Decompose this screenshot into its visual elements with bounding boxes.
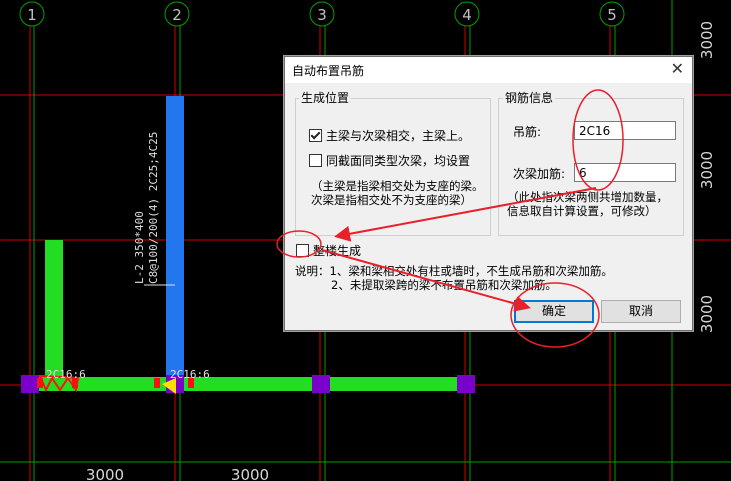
green-beam-vertical[interactable] xyxy=(45,240,63,386)
beam-label: L-2 350*400 xyxy=(133,211,146,284)
dim-right-3: 3000 xyxy=(698,295,716,333)
option-main-secondary-checkbox[interactable] xyxy=(309,129,322,142)
column-3[interactable] xyxy=(312,375,330,393)
column-4[interactable] xyxy=(457,375,475,393)
axis-label-5: 5 xyxy=(607,6,617,24)
rebar-tag-2: 2C16:6 xyxy=(170,368,210,381)
axis-label-2: 2 xyxy=(172,6,182,24)
whole-floor-label: 整楼生成 xyxy=(313,244,362,258)
explanation-line1: 说明：1、梁和梁相交处有柱或墙时，不生成吊筋和次梁加筋。 xyxy=(295,264,613,278)
dim-right-1: 3000 xyxy=(698,21,716,59)
axis-label-1: 1 xyxy=(27,6,37,24)
position-note: （主梁是指梁相交处为支座的梁。 次梁是指相交处不为支座的梁） xyxy=(311,179,484,207)
option-same-section-label: 同截面同类型次梁，均设置 xyxy=(326,154,471,168)
green-beam-horizontal[interactable] xyxy=(30,377,470,391)
whole-floor-option[interactable]: 整楼生成 xyxy=(296,242,361,259)
explanation-line2: 2、未提取梁跨的梁不布置吊筋和次梁加筋。 xyxy=(331,278,557,292)
ok-button[interactable]: 确定 xyxy=(514,300,594,323)
cancel-button[interactable]: 取消 xyxy=(601,300,681,323)
beam-stirrup-label: C8@100/200(4) 2C25;4C25 xyxy=(147,132,160,284)
blue-beam[interactable] xyxy=(166,96,184,386)
secondary-rebar-label: 次梁加筋: xyxy=(513,167,566,181)
option-same-section-checkbox[interactable] xyxy=(309,154,322,167)
dialog-titlebar[interactable]: 自动布置吊筋 ✕ xyxy=(285,57,692,83)
dim-bottom-1: 3000 xyxy=(86,466,124,481)
position-note-line2: 次梁是指相交处不为支座的梁） xyxy=(311,193,472,207)
whole-floor-checkbox[interactable] xyxy=(296,244,309,257)
rebar-tag-1: 2C16:6 xyxy=(46,368,86,381)
column-1[interactable] xyxy=(21,375,39,393)
dim-bottom-2: 3000 xyxy=(231,466,269,481)
auto-hanger-dialog: 自动布置吊筋 ✕ 生成位置 主梁与次梁相交，主梁上。 同截面同类型次梁，均设置 … xyxy=(284,56,693,331)
secondary-rebar-input[interactable]: 6 xyxy=(574,163,676,182)
rebar-note-line2: 信息取自计算设置，可修改） xyxy=(507,204,657,218)
option-same-section[interactable]: 同截面同类型次梁，均设置 xyxy=(309,152,470,169)
close-icon[interactable]: ✕ xyxy=(671,59,684,78)
hanger-label: 吊筋: xyxy=(513,125,542,139)
dialog-title: 自动布置吊筋 xyxy=(292,64,365,78)
hanger-input[interactable]: 2C16 xyxy=(574,121,676,140)
dim-right-2: 3000 xyxy=(698,151,716,189)
position-note-line1: （主梁是指梁相交处为支座的梁。 xyxy=(311,179,484,193)
explanation: 说明：1、梁和梁相交处有柱或墙时，不生成吊筋和次梁加筋。 2、未提取梁跨的梁不布… xyxy=(295,264,613,292)
rebar-group-label: 钢筋信息 xyxy=(503,89,556,106)
axis-label-3: 3 xyxy=(317,6,327,24)
rebar-note-line1: （此处指次梁两侧共增加数量， xyxy=(507,190,668,204)
option-main-secondary[interactable]: 主梁与次梁相交，主梁上。 xyxy=(309,127,470,144)
rebar-note: （此处指次梁两侧共增加数量， 信息取自计算设置，可修改） xyxy=(507,190,668,218)
position-group-label: 生成位置 xyxy=(299,89,352,106)
axis-label-4: 4 xyxy=(462,6,472,24)
option-main-secondary-label: 主梁与次梁相交，主梁上。 xyxy=(326,129,471,143)
